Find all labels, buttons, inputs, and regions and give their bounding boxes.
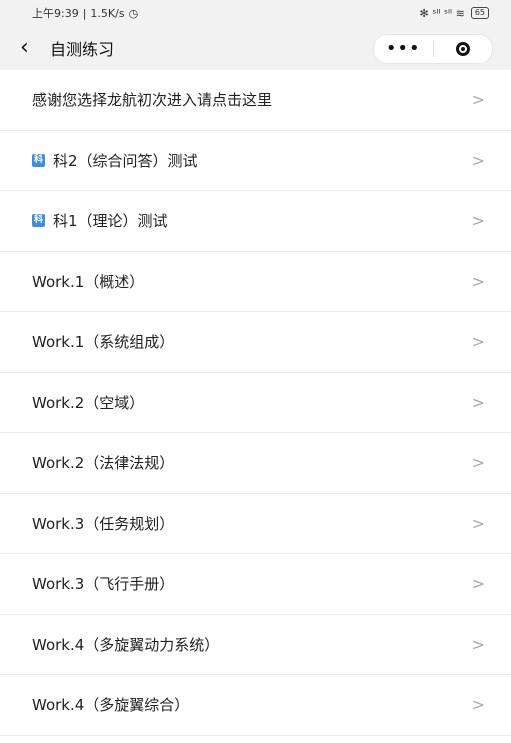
page-title: 自测练习 [50,40,115,59]
list-item-label: 科2（综合问答）测试 [53,151,198,170]
list-item-content: 科科2（综合问答）测试 [32,150,198,171]
list-item-content: Work.1（系统组成） [32,331,174,352]
status-bar: 上午9:39 | 1.5K/s ◷ ✻ ˢᴵᴵ ˢᴵᴵ ≋ 65 [0,0,511,26]
chevron-right-icon: > [471,574,485,594]
list-item[interactable]: 科科2（综合问答）测试 > [0,131,511,191]
list-item-label: Work.1（系统组成） [32,333,175,352]
list-item[interactable]: Work.3（任务规划） > [0,494,511,554]
list-item[interactable]: Work.2（法律法规） > [0,433,511,494]
status-net-speed: 1.5K/s [90,6,125,20]
navigation-bar: ‹ 自测练习 ••• [0,26,511,70]
list-item-label: Work.2（空域） [32,393,145,412]
list-item-content: Work.3（任务规划） [32,513,174,534]
more-dots-icon: ••• [385,38,421,59]
chevron-right-icon: > [471,513,485,533]
list-item[interactable]: Work.1（系统组成） > [0,312,511,373]
list-item-label: 感谢您选择龙航初次进入请点击这里 [32,91,273,110]
list-item-content: Work.4（多旋翼综合） [32,694,189,715]
list-item[interactable]: Work.3（飞行手册） > [0,554,511,615]
chevron-right-icon: > [471,695,485,715]
chevron-right-icon: > [471,271,485,291]
list-item[interactable]: Work.2（空域） > [0,373,511,433]
chevron-right-icon: > [471,453,485,473]
list-item-content: Work.2（法律法规） [32,452,174,473]
list-item-content: Work.4（多旋翼动力系统） [32,634,219,655]
list-item-label: Work.2（法律法规） [32,454,175,473]
close-button[interactable] [434,35,493,63]
mini-program-capsule: ••• [373,34,493,64]
status-time: 上午9:39 [32,7,79,20]
list-item-content: 科科1（理论）测试 [32,210,168,231]
chevron-right-icon: > [471,634,485,654]
signal-icons: ✻ ˢᴵᴵ ˢᴵᴵ ≋ [419,6,465,20]
list-item-label: Work.1（概述） [32,272,145,291]
battery-icon: 65 [470,7,489,19]
list-item-content: Work.2（空域） [32,392,144,413]
list-item-content: 感谢您选择龙航初次进入请点击这里 [32,89,272,110]
test-badge-icon: 科 [32,214,45,228]
list-item-label: Work.4（多旋翼综合） [32,696,190,715]
status-separator: | [82,6,87,20]
chevron-right-icon: > [471,332,485,352]
chevron-right-icon: > [471,90,485,110]
list-item[interactable]: 感谢您选择龙航初次进入请点击这里 > [0,70,511,131]
alarm-icon: ◷ [128,6,139,20]
chevron-right-icon: > [471,392,485,412]
status-right: ✻ ˢᴵᴵ ˢᴵᴵ ≋ 65 [420,7,489,20]
list-item-label: Work.3（飞行手册） [32,575,175,594]
list-item[interactable]: Work.4（多旋翼综合） > [0,675,511,736]
list-item-content: Work.1（概述） [32,271,144,292]
list-item-label: Work.3（任务规划） [32,514,175,533]
back-arrow-icon[interactable]: ‹ [20,26,44,70]
more-button[interactable]: ••• [374,35,433,63]
chevron-right-icon: > [471,211,485,231]
list-item-label: 科1（理论）测试 [53,212,168,231]
list-item-content: Work.3（飞行手册） [32,573,174,594]
list-item[interactable]: 科科1（理论）测试 > [0,191,511,252]
target-circle-icon [455,42,470,56]
exercise-list: 感谢您选择龙航初次进入请点击这里 > 科科2（综合问答）测试 > 科科1（理论）测试 > W… [0,70,511,736]
chevron-right-icon: > [471,150,485,170]
test-badge-icon: 科 [32,153,45,167]
status-left: 上午9:39 | 1.5K/s ◷ [32,5,138,21]
list-item[interactable]: Work.1（概述） > [0,252,511,312]
list-item-label: Work.4（多旋翼动力系统） [32,635,220,654]
list-item[interactable]: Work.4（多旋翼动力系统） > [0,615,511,675]
